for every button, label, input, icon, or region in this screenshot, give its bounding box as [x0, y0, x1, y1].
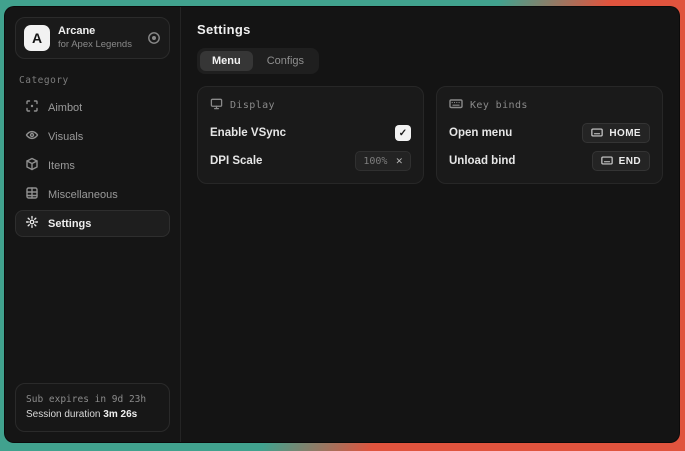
tab-configs[interactable]: Configs [255, 51, 316, 71]
keybinds-card-header: Key binds [449, 97, 650, 113]
monitor-icon [210, 97, 223, 113]
dpi-row: DPI Scale 100% ✕ [210, 151, 411, 171]
display-card-title: Display [230, 100, 275, 111]
keyboard-icon [449, 97, 463, 113]
eye-icon [25, 128, 39, 145]
settings-cards: Display Enable VSync ✓ DPI Scale 100% ✕ [197, 86, 663, 184]
unload-bind-row: Unload bind END [449, 151, 650, 171]
category-label: Category [19, 75, 166, 86]
dpi-label: DPI Scale [210, 155, 262, 167]
session-duration-value: 3m 26s [103, 409, 137, 420]
sidebar-item-label: Aimbot [48, 102, 82, 114]
unload-bind-button[interactable]: END [592, 151, 650, 171]
vsync-checkbox[interactable]: ✓ [395, 125, 411, 141]
brand-card: A Arcane for Apex Legends [15, 17, 170, 59]
open-menu-bind-value: HOME [609, 128, 641, 139]
sidebar-item-items[interactable]: Items [15, 152, 170, 179]
sidebar-nav: Aimbot Visuals Items [15, 94, 170, 237]
circle-dot-icon[interactable] [147, 31, 161, 45]
app-name: Arcane [58, 25, 139, 39]
main-content: Settings Menu Configs Display [181, 7, 679, 442]
open-menu-bind-button[interactable]: HOME [582, 123, 650, 143]
session-duration-label: Session duration [26, 409, 101, 420]
sidebar-item-miscellaneous[interactable]: Miscellaneous [15, 181, 170, 208]
brand-text: Arcane for Apex Legends [58, 25, 139, 51]
unload-bind-value: END [619, 156, 641, 167]
sidebar: A Arcane for Apex Legends Category [5, 7, 181, 442]
page-title: Settings [197, 22, 663, 37]
sidebar-item-label: Miscellaneous [48, 189, 118, 201]
sidebar-item-aimbot[interactable]: Aimbot [15, 94, 170, 121]
keybinds-card-title: Key binds [470, 100, 528, 111]
grid-icon [25, 186, 39, 203]
dpi-scale-input[interactable]: 100% ✕ [355, 151, 411, 171]
vsync-row: Enable VSync ✓ [210, 123, 411, 143]
keyboard-icon [591, 124, 603, 142]
tab-bar: Menu Configs [197, 48, 319, 74]
display-card-header: Display [210, 97, 411, 113]
sidebar-item-label: Visuals [48, 131, 83, 143]
session-card: Sub expires in 9d 23h Session duration 3… [15, 383, 170, 432]
sub-expires-text: Sub expires in 9d 23h [26, 392, 159, 407]
session-duration-text: Session duration 3m 26s [26, 407, 159, 423]
app-logo: A [24, 25, 50, 51]
open-menu-row: Open menu HOME [449, 123, 650, 143]
sidebar-item-label: Settings [48, 218, 91, 230]
unload-bind-label: Unload bind [449, 155, 515, 167]
dpi-scale-value: 100% [363, 156, 387, 167]
sidebar-item-visuals[interactable]: Visuals [15, 123, 170, 150]
display-card: Display Enable VSync ✓ DPI Scale 100% ✕ [197, 86, 424, 184]
sidebar-item-label: Items [48, 160, 75, 172]
keyboard-icon [601, 152, 613, 170]
clear-icon[interactable]: ✕ [395, 157, 403, 166]
sidebar-item-settings[interactable]: Settings [15, 210, 170, 237]
tab-menu[interactable]: Menu [200, 51, 253, 71]
package-icon [25, 157, 39, 174]
app-window: A Arcane for Apex Legends Category [4, 6, 680, 443]
crosshair-icon [25, 99, 39, 116]
vsync-label: Enable VSync [210, 127, 286, 139]
app-subtitle: for Apex Legends [58, 39, 139, 51]
open-menu-label: Open menu [449, 127, 512, 139]
keybinds-card: Key binds Open menu HOME [436, 86, 663, 184]
gear-icon [25, 215, 39, 232]
